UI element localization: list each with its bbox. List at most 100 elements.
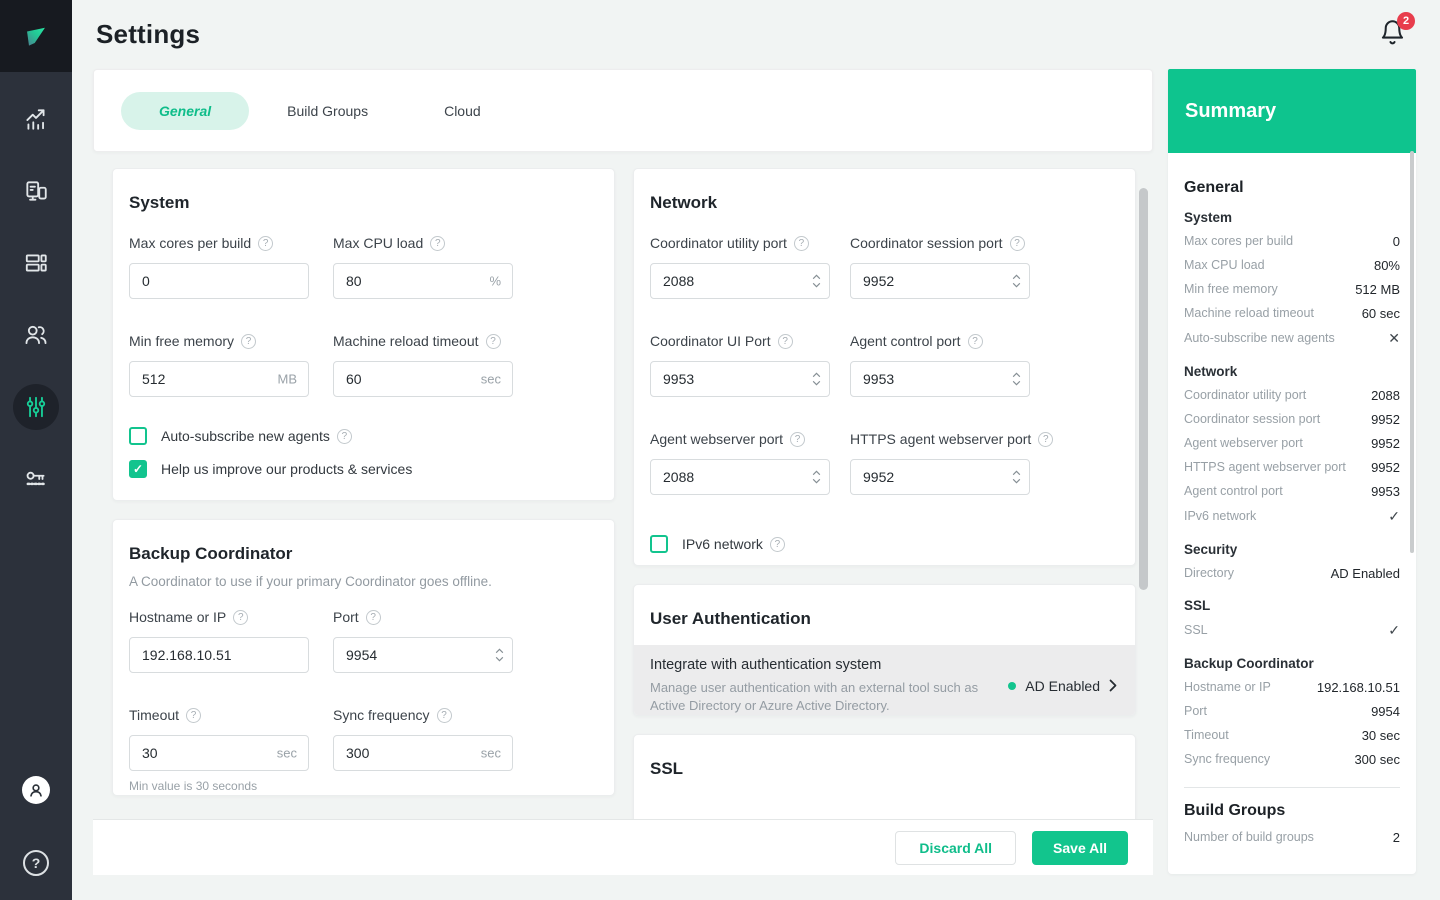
min-memory-input[interactable] <box>129 361 309 397</box>
checkbox-label: IPv6 network <box>682 536 763 552</box>
summary-row-label: Coordinator utility port <box>1184 388 1307 402</box>
chevron-down-icon <box>1012 380 1021 386</box>
user-avatar[interactable] <box>22 776 50 804</box>
stepper-arrows[interactable] <box>1012 274 1021 288</box>
help-icon[interactable] <box>241 333 257 349</box>
max-cores-input[interactable] <box>129 263 309 299</box>
field-hint: Min value is 30 seconds <box>129 779 258 793</box>
content: General Build Groups Cloud System Max co… <box>72 69 1440 900</box>
sidebar-item-licenses[interactable] <box>13 456 59 502</box>
help-icon[interactable] <box>967 333 983 349</box>
utility-port-stepper[interactable] <box>650 263 830 299</box>
help-icon[interactable] <box>793 235 809 251</box>
tab-bar: General Build Groups Cloud <box>93 69 1153 152</box>
checkbox-box[interactable] <box>129 460 147 478</box>
notification-badge[interactable]: 2 <box>1397 11 1415 30</box>
checkbox-auto-subscribe[interactable]: Auto-subscribe new agents <box>129 427 598 445</box>
help-icon[interactable] <box>1038 431 1054 447</box>
summary-row-value: 9952 <box>1371 411 1400 427</box>
checkbox-box[interactable] <box>129 427 147 445</box>
summary-row-label: IPv6 network <box>1184 509 1257 523</box>
chevron-right-icon[interactable] <box>1109 679 1117 692</box>
checkbox-box[interactable] <box>650 535 668 553</box>
settings-scrollbar[interactable] <box>1139 188 1148 590</box>
auth-integration-row[interactable]: Integrate with authentication system Man… <box>634 645 1135 715</box>
summary-row-label: Agent control port <box>1184 484 1283 498</box>
summary-row: Coordinator utility port 2088 <box>1184 383 1400 407</box>
help-icon[interactable] <box>233 609 249 625</box>
help-icon[interactable] <box>258 235 274 251</box>
checkbox-improve-products[interactable]: Help us improve our products & services <box>129 460 598 478</box>
tab-general[interactable]: General <box>121 91 250 130</box>
backup-port-stepper[interactable] <box>333 637 513 673</box>
summary-group-title: SSL <box>1184 598 1211 613</box>
help-button[interactable]: ? <box>23 850 49 876</box>
timeout-input[interactable] <box>129 735 309 771</box>
help-icon[interactable] <box>1009 235 1025 251</box>
sidebar-item-settings[interactable] <box>13 384 59 430</box>
chevron-up-icon <box>1012 470 1021 476</box>
field-reload-timeout: Machine reload timeout sec <box>333 333 513 397</box>
field-label: Hostname or IP <box>129 609 227 625</box>
help-icon[interactable] <box>186 707 202 723</box>
help-icon[interactable] <box>436 707 452 723</box>
ui-port-stepper[interactable] <box>650 361 830 397</box>
save-all-button[interactable]: Save All <box>1032 830 1128 865</box>
sidebar: ? <box>0 0 72 900</box>
help-icon[interactable] <box>769 536 785 552</box>
sidebar-item-builds[interactable] <box>13 240 59 286</box>
summary-row-value: 512 MB <box>1355 281 1400 297</box>
checkbox-ipv6[interactable]: IPv6 network <box>650 535 1119 553</box>
https-webserver-port-stepper[interactable] <box>850 459 1030 495</box>
discard-all-button[interactable]: Discard All <box>895 830 1017 865</box>
summary-header: Summary <box>1168 69 1416 153</box>
summary-row-value: 9952 <box>1371 459 1400 475</box>
stepper-arrows[interactable] <box>1012 470 1021 484</box>
stepper-arrows[interactable] <box>1012 372 1021 386</box>
stepper-arrows[interactable] <box>812 274 821 288</box>
sidebar-item-agents[interactable] <box>13 168 59 214</box>
stepper-arrows[interactable] <box>812 372 821 386</box>
chevron-up-icon <box>495 648 504 654</box>
help-icon[interactable] <box>790 431 806 447</box>
agent-control-port-stepper[interactable] <box>850 361 1030 397</box>
stepper-arrows[interactable] <box>495 648 504 662</box>
help-icon[interactable] <box>777 333 793 349</box>
help-icon[interactable] <box>430 235 446 251</box>
field-label: HTTPS agent webserver port <box>850 431 1032 447</box>
field-label: Max CPU load <box>333 235 424 251</box>
ssl-card: SSL <box>633 734 1136 819</box>
agents-icon <box>26 181 47 201</box>
sidebar-item-users[interactable] <box>13 312 59 358</box>
field-label: Min free memory <box>129 333 235 349</box>
stepper-arrows[interactable] <box>812 470 821 484</box>
help-icon[interactable] <box>365 609 381 625</box>
help-icon[interactable] <box>485 333 501 349</box>
footer-actions: Discard All Save All <box>93 819 1153 875</box>
max-cpu-input[interactable] <box>333 263 513 299</box>
app-logo[interactable] <box>0 0 72 72</box>
sidebar-item-dashboard[interactable] <box>13 96 59 142</box>
tab-build-groups[interactable]: Build Groups <box>249 92 406 130</box>
right-column: Network Coordinator utility port ? 2088 … <box>633 168 1136 819</box>
backup-coordinator-card: Backup Coordinator A Coordinator to use … <box>112 519 615 796</box>
tab-cloud[interactable]: Cloud <box>406 92 519 130</box>
summary-row-label: Auto-subscribe new agents <box>1184 331 1335 345</box>
reload-timeout-input[interactable] <box>333 361 513 397</box>
summary-row-value: 2 <box>1392 829 1400 845</box>
field-label: Machine reload timeout <box>333 333 479 349</box>
status-dot <box>1008 681 1017 690</box>
notifications-button[interactable]: 2 <box>1379 11 1415 51</box>
summary-scrollbar[interactable] <box>1410 151 1414 553</box>
session-port-stepper[interactable] <box>850 263 1030 299</box>
sidebar-nav <box>13 72 59 502</box>
help-icon[interactable] <box>336 428 352 444</box>
hostname-input[interactable] <box>129 637 309 673</box>
main-area: Settings 2 General Build Groups Cloud Sy… <box>72 0 1440 900</box>
summary-row-value: AD Enabled <box>1330 565 1400 581</box>
summary-row-value: 0 <box>1392 233 1400 249</box>
avatar-icon <box>30 784 42 797</box>
agent-webserver-port-stepper[interactable] <box>650 459 830 495</box>
sync-frequency-input[interactable] <box>333 735 513 771</box>
field-timeout: Timeout sec Min value is 30 seconds <box>129 707 309 793</box>
